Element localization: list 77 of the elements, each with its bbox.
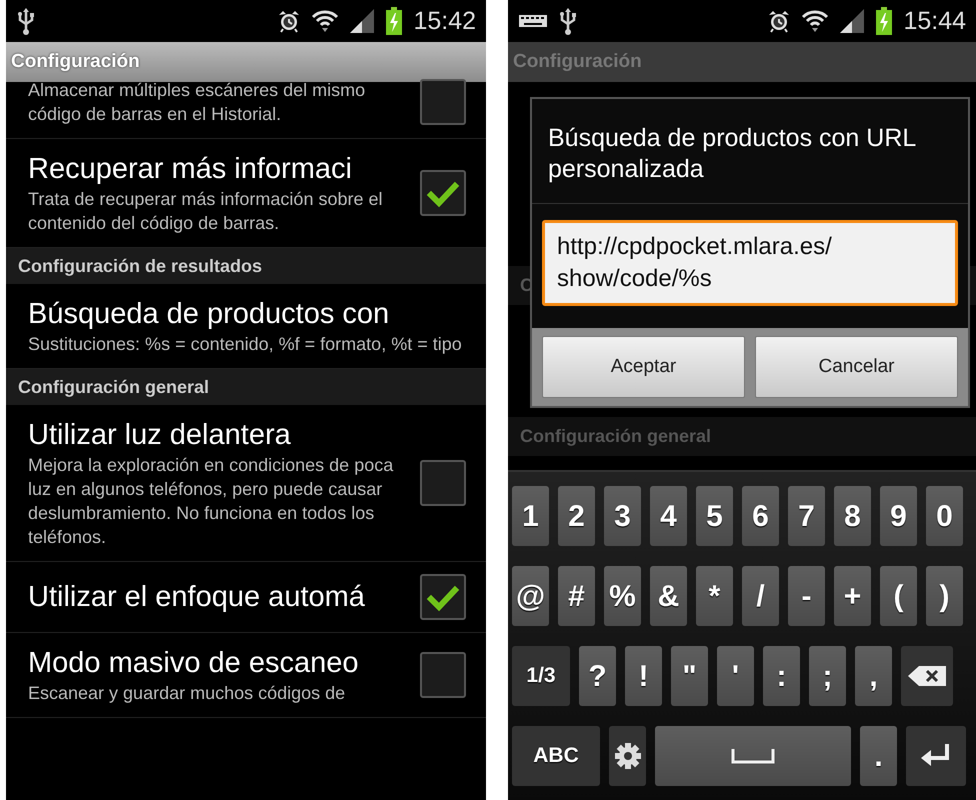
- preference-summary: Trata de recuperar más información sobre el contenido del código de barras.: [28, 188, 384, 235]
- keyboard-key[interactable]: ?: [579, 646, 616, 706]
- preference-summary: Mejora la exploración en condiciones de poca luz en algunos teléfonos, pero puede causar deslumbramiento. No funciona en todos los teléfonos.: [28, 454, 394, 549]
- keyboard-key[interactable]: !: [625, 646, 662, 706]
- checkbox[interactable]: [420, 460, 466, 506]
- preference-title: Modo masivo de escaneo: [28, 646, 360, 681]
- preference-row[interactable]: Utilizar el enfoque automá: [6, 562, 486, 633]
- dialog-button[interactable]: Aceptar: [542, 336, 745, 398]
- keyboard-key[interactable]: ): [926, 566, 963, 626]
- checkbox[interactable]: [420, 170, 466, 216]
- keyboard-key[interactable]: 2: [558, 486, 595, 546]
- usb-icon: [16, 7, 36, 35]
- keyboard-key[interactable]: .: [860, 726, 897, 786]
- keyboard-key[interactable]: 4: [650, 486, 687, 546]
- preference-title: Utilizar luz delantera: [28, 418, 292, 453]
- preference-summary: Escanear y guardar muchos códigos de: [28, 682, 346, 705]
- category-header: Configuración general: [508, 417, 976, 456]
- enter-key[interactable]: [906, 726, 966, 786]
- preference-title: Utilizar el enfoque automá: [28, 580, 366, 615]
- dialog-button[interactable]: Cancelar: [755, 336, 958, 398]
- usb-icon: [558, 7, 578, 35]
- keyboard-key[interactable]: 5: [696, 486, 733, 546]
- keyboard-key[interactable]: 3: [604, 486, 641, 546]
- keyboard-key[interactable]: &: [650, 566, 687, 626]
- alarm-clock-icon: [767, 9, 792, 33]
- keyboard-key[interactable]: -: [788, 566, 825, 626]
- space-bar-icon: [731, 748, 775, 764]
- keyboard-key[interactable]: 7: [788, 486, 825, 546]
- keyboard-key[interactable]: /: [742, 566, 779, 626]
- keyboard-key[interactable]: ': [717, 646, 754, 706]
- keyboard-key[interactable]: ": [671, 646, 708, 706]
- wifi-icon: [311, 8, 340, 34]
- preference-summary: Almacenar múltiples escáneres del mismo código de barras en el Historial.: [28, 79, 366, 126]
- keyboard-key[interactable]: ,: [855, 646, 892, 706]
- settings-key[interactable]: [609, 726, 646, 786]
- alarm-clock-icon: [277, 9, 302, 33]
- preference-row[interactable]: Utilizar luz delantera Mejora la exploración en condiciones de poca luz en algunos teléfonos, pero puede causar deslumbramiento. No funciona en todos los teléfonos.: [6, 405, 486, 562]
- category-header: Configuración general: [6, 369, 486, 405]
- screen-title: Configuración: [513, 50, 642, 74]
- keyboard-key[interactable]: (: [880, 566, 917, 626]
- preference-title: Búsqueda de productos con: [28, 297, 390, 332]
- keyboard-icon: [518, 13, 548, 29]
- preference-row[interactable]: Modo masivo de escaneo Escanear y guardar muchos códigos de: [6, 633, 486, 718]
- preference-summary: Sustituciones: %s = contenido, %f = formato, %t = tipo: [28, 333, 463, 356]
- status-time: 15:44: [903, 8, 966, 34]
- mode-key[interactable]: ABC: [512, 726, 600, 786]
- keyboard-key[interactable]: #: [558, 566, 595, 626]
- preference-title: Recuperar más informaci: [28, 152, 353, 187]
- checkbox[interactable]: [420, 652, 466, 698]
- backspace-icon: [907, 665, 947, 687]
- keyboard-key[interactable]: 8: [834, 486, 871, 546]
- keyboard-key[interactable]: +: [834, 566, 871, 626]
- keyboard-key[interactable]: ;: [809, 646, 846, 706]
- signal-icon: [349, 8, 376, 34]
- keyboard-key[interactable]: *: [696, 566, 733, 626]
- backspace-key[interactable]: [901, 646, 953, 706]
- dialog-title: Búsqueda de productos con URL personalizada: [532, 99, 968, 204]
- category-header: Configuración de resultados: [6, 248, 486, 284]
- battery-charging-icon: [385, 7, 404, 35]
- checkbox[interactable]: [420, 79, 466, 125]
- keyboard-key[interactable]: 9: [880, 486, 917, 546]
- status-time: 15:42: [413, 8, 476, 34]
- keyboard-key[interactable]: %: [604, 566, 641, 626]
- settings-icon: [614, 742, 642, 770]
- mode-key[interactable]: 1/3: [512, 646, 570, 706]
- signal-icon: [839, 8, 866, 34]
- preference-row[interactable]: Almacenar múltiples escáneres del mismo código de barras en el Historial.: [6, 78, 486, 139]
- keyboard-key[interactable]: @: [512, 566, 549, 626]
- keyboard-key[interactable]: 1: [512, 486, 549, 546]
- keyboard-key[interactable]: :: [763, 646, 800, 706]
- checkbox[interactable]: [420, 574, 466, 620]
- wifi-icon: [801, 8, 830, 34]
- battery-charging-icon: [875, 7, 894, 35]
- keyboard-key[interactable]: 0: [926, 486, 963, 546]
- screen-title: Configuración: [11, 50, 140, 74]
- keyboard-key[interactable]: 6: [742, 486, 779, 546]
- url-input-field[interactable]: http://cpdpocket.mlara.es/ show/code/%s: [542, 220, 958, 306]
